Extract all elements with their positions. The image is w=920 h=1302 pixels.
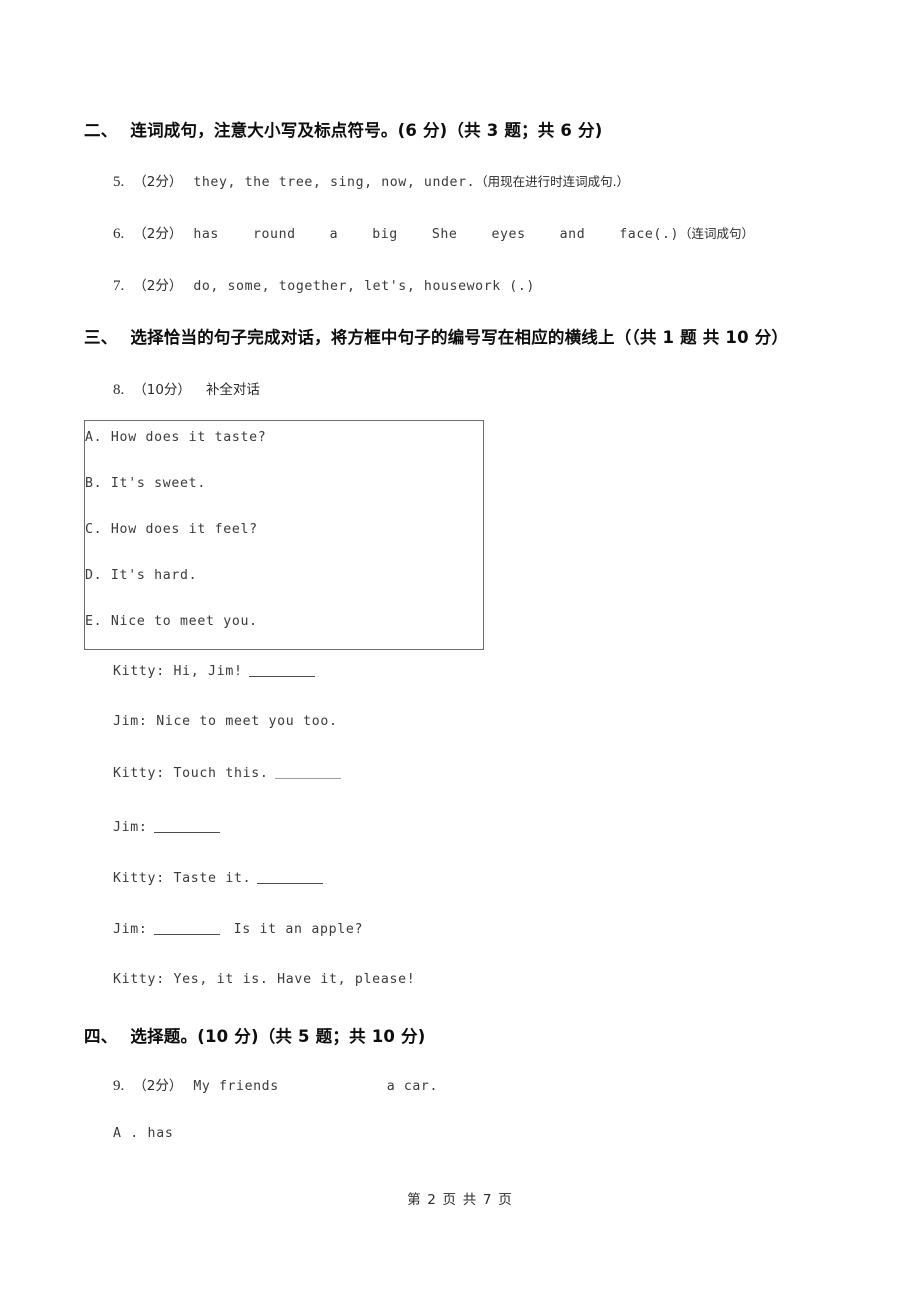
q6-word-2: a [329, 227, 339, 242]
question-score-5: （2分） [133, 174, 183, 190]
q6-word-1: round [252, 227, 296, 242]
dialogue-text-1: Kitty: Hi, Jim! [113, 664, 243, 679]
question-text-7: do, some, together, let's, housework (.) [193, 279, 535, 294]
dialogue-text-7: Kitty: Yes, it is. Have it, please! [113, 972, 416, 987]
dialogue-line-3: Kitty: Touch this. [113, 765, 345, 781]
section-heading-3: 三、 选择恰当的句子完成对话，将方框中句子的编号写在相应的横线上（（共 1 题 共… [84, 324, 788, 348]
section-number-3: 三、 [84, 328, 118, 347]
question-row-9: 9. （2分） My friends a car. [113, 1074, 438, 1095]
question-row-5: 5. （2分） they, the tree, sing, now, under.（… [113, 170, 629, 191]
question-text-6: has round a big She eyes and face(.)（连词成句） [193, 226, 755, 242]
exam-page: 二、 连词成句，注意大小写及标点符号。(6 分)（共 3 题；共 6 分) 5. （… [0, 0, 920, 1302]
q9-before-blank: My friends [193, 1079, 279, 1094]
dialogue-text-6: Jim: [113, 922, 148, 937]
question-text-9: My friends a car. [193, 1079, 438, 1094]
question-score-9: （2分） [133, 1078, 183, 1094]
question-number-6: 6. [113, 226, 125, 242]
section-heading-2: 二、 连词成句，注意大小写及标点符号。(6 分)（共 3 题；共 6 分) [84, 117, 603, 141]
q6-word-0: has [193, 227, 219, 242]
question-words-5: they, the tree, sing, now, under. [193, 175, 476, 190]
question-row-8: 8. （10分） 补全对话 [113, 378, 271, 399]
section-title-2: 连词成句，注意大小写及标点符号。(6 分)（共 3 题；共 6 分) [130, 121, 603, 140]
question-score-7: （2分） [133, 278, 183, 294]
section-title-3: 选择恰当的句子完成对话，将方框中句子的编号写在相应的横线上（（共 1 题 共 1… [130, 328, 789, 347]
question-number-8: 8. [113, 382, 125, 398]
question-score-6: （2分） [133, 226, 183, 242]
answer-option-a[interactable]: A . has [113, 1126, 173, 1141]
question-number-7: 7. [113, 278, 125, 294]
page-footer: 第 2 页 共 7 页 [407, 1192, 513, 1208]
section-number-2: 二、 [84, 121, 118, 140]
q6-word-4: She [431, 227, 458, 242]
dialogue-text-2: Jim: Nice to meet you too. [113, 714, 338, 729]
answer-blank-2[interactable] [274, 765, 341, 779]
question-row-7: 7. （2分） do, some, together, let's, housewo… [113, 274, 535, 295]
question-note-5: （用现在进行时连词成句.） [475, 174, 630, 189]
answer-option-a-label: A . has [113, 1126, 174, 1141]
q6-word-5: eyes [491, 227, 526, 242]
q6-word-3: big [372, 227, 398, 242]
dialogue-line-4: Jim: [113, 819, 224, 835]
section-number-4: 四、 [84, 1027, 118, 1046]
question-text-8: 补全对话 [205, 382, 260, 398]
dialogue-text-5: Kitty: Taste it. [113, 871, 252, 886]
q6-word-7: face(.) [619, 227, 680, 242]
answer-blank-5[interactable] [153, 921, 220, 935]
dialogue-trailing-6: Is it an apple? [233, 922, 364, 937]
choice-box: A. How does it taste? B. It's sweet. C. … [84, 420, 484, 650]
question-row-6: 6. （2分） has round a big She eyes and face(.)（连词成句… [113, 222, 754, 243]
choice-option-a: A. How does it taste? [85, 430, 267, 445]
dialogue-line-5: Kitty: Taste it. [113, 870, 327, 886]
answer-blank-4[interactable] [257, 870, 324, 884]
dialogue-text-3: Kitty: Touch this. [113, 766, 269, 781]
choice-option-d: D. It's hard. [85, 568, 198, 583]
choice-option-b: B. It's sweet. [85, 476, 206, 491]
answer-blank-3[interactable] [153, 819, 220, 833]
section-title-4: 选择题。(10 分)（共 5 题；共 10 分) [130, 1027, 426, 1046]
dialogue-line-1: Kitty: Hi, Jim! [113, 663, 319, 679]
question-number-5: 5. [113, 174, 125, 190]
choice-option-c: C. How does it feel? [85, 522, 258, 537]
dialogue-line-7: Kitty: Yes, it is. Have it, please! [113, 972, 415, 987]
question-note-6: （连词成句） [679, 226, 755, 241]
answer-blank-1[interactable] [248, 663, 315, 677]
dialogue-text-4: Jim: [113, 820, 148, 835]
q6-word-6: and [559, 227, 586, 242]
section-heading-4: 四、 选择题。(10 分)（共 5 题；共 10 分) [84, 1023, 425, 1047]
dialogue-line-2: Jim: Nice to meet you too. [113, 714, 338, 729]
question-score-8: （10分） [133, 382, 191, 398]
choice-option-e: E. Nice to meet you. [85, 614, 258, 629]
question-number-9: 9. [113, 1078, 125, 1094]
dialogue-line-6: Jim: Is it an apple? [113, 921, 363, 937]
q9-after-blank: a car. [386, 1079, 438, 1094]
question-text-5: they, the tree, sing, now, under.（用现在进行时… [193, 174, 630, 190]
